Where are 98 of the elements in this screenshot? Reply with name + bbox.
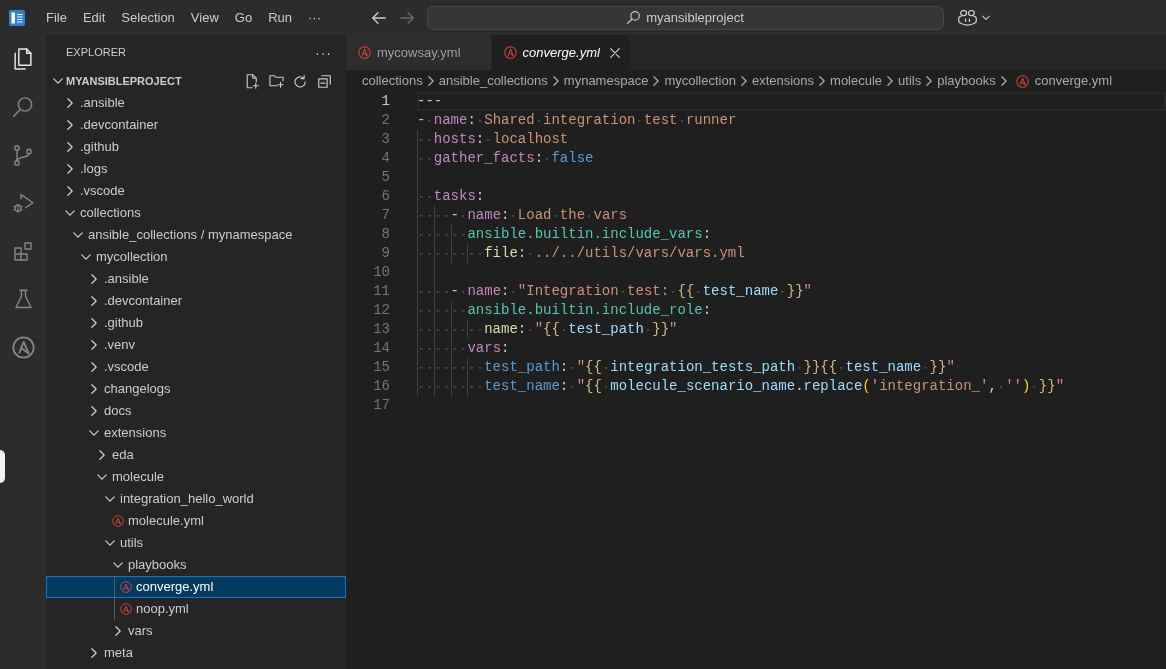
line-number: 7 — [380, 206, 390, 225]
line-number: 13 — [372, 320, 390, 339]
tree-item[interactable]: .devcontainer — [46, 290, 346, 312]
tree-item[interactable]: utils — [46, 532, 346, 554]
tree-item[interactable]: .vscode — [46, 356, 346, 378]
tree-item[interactable]: extensions — [46, 422, 346, 444]
breadcrumb-item[interactable]: playbooks — [937, 71, 996, 91]
line-number: 14 — [372, 339, 390, 358]
a-circle-icon — [120, 581, 132, 593]
edge-handle-icon — [0, 450, 5, 483]
tree-item[interactable]: changelogs — [46, 378, 346, 400]
run-debug-icon[interactable] — [12, 193, 34, 213]
tree-item[interactable]: meta — [46, 642, 346, 664]
files-icon[interactable] — [14, 48, 32, 70]
robot-face-icon[interactable] — [958, 9, 977, 26]
breadcrumb-item[interactable]: converge.yml — [1011, 71, 1113, 91]
a-circle-icon — [1015, 74, 1029, 88]
code-line: - name: Shared integration test runner — [417, 111, 737, 130]
line-number: 8 — [380, 225, 390, 244]
command-center[interactable]: myansibleproject — [427, 5, 944, 30]
line-number: 17 — [372, 396, 390, 415]
a-circle-icon — [358, 46, 371, 59]
a-circle-icon[interactable] — [11, 335, 35, 359]
flask-icon[interactable] — [14, 289, 32, 309]
chevron-icon — [1000, 76, 1007, 86]
tree-item[interactable]: playbooks — [46, 554, 346, 576]
tree-item[interactable]: .github — [46, 136, 346, 158]
editor-tab[interactable]: converge.yml — [491, 35, 630, 70]
tree-item[interactable]: .logs — [46, 158, 346, 180]
caret-icon[interactable] — [982, 15, 990, 20]
menu-item[interactable]: Selection — [113, 6, 183, 29]
breadcrumb-item[interactable]: mynamespace — [563, 71, 649, 91]
chevron-icon — [740, 76, 747, 86]
breadcrumb-item[interactable]: ansible_collections — [438, 71, 548, 91]
breadcrumb-item[interactable]: collections — [362, 71, 423, 91]
line-number: 16 — [372, 377, 390, 396]
line-number: 5 — [380, 168, 390, 187]
menu-item[interactable]: Edit — [74, 6, 114, 29]
a-circle-icon — [120, 603, 132, 615]
line-number: 4 — [380, 149, 390, 168]
menu-item[interactable]: Run — [260, 6, 300, 29]
tree-item[interactable]: .venv — [46, 334, 346, 356]
chevron-icon — [552, 76, 559, 86]
tree-item[interactable]: mycollection — [46, 246, 346, 268]
tree-item[interactable]: eda — [46, 444, 346, 466]
line-number: 10 — [372, 263, 390, 282]
line-number: 11 — [372, 282, 390, 301]
section-header[interactable]: MYANSIBLEPROJECT — [50, 70, 182, 92]
chevron-icon — [653, 76, 660, 86]
code-line: --- — [417, 92, 443, 111]
more-actions-button[interactable]: ··· — [315, 44, 332, 61]
sidebar-title: EXPLORER — [66, 45, 126, 61]
chevron-icon — [819, 76, 826, 86]
line-number: 9 — [380, 244, 390, 263]
tree-item[interactable]: molecule.yml — [46, 510, 346, 532]
collapse-all-icon[interactable] — [317, 74, 331, 88]
tree-item[interactable]: ansible_collections / mynamespace — [46, 224, 346, 246]
tree-item[interactable]: converge.yml — [46, 576, 346, 598]
line-number: 15 — [372, 358, 390, 377]
search-icon[interactable] — [13, 97, 33, 117]
a-circle-icon — [503, 46, 517, 59]
menu-item[interactable]: ··· — [300, 6, 329, 29]
new-file-icon[interactable] — [245, 73, 259, 89]
back-arrow-icon[interactable] — [372, 11, 386, 24]
tree-item[interactable]: .vscode — [46, 180, 346, 202]
close-icon[interactable] — [609, 47, 620, 58]
tree-item[interactable]: collections — [46, 202, 346, 224]
tree-item[interactable]: vars — [46, 620, 346, 642]
tree-item[interactable]: molecule — [46, 466, 346, 488]
a-circle-icon — [112, 515, 124, 527]
source-control-icon[interactable] — [14, 144, 32, 166]
tree-item[interactable]: integration_hello_world — [46, 488, 346, 510]
menu-item[interactable]: View — [182, 6, 227, 29]
breadcrumb-item[interactable]: mycollection — [664, 71, 736, 91]
search-icon — [627, 11, 641, 24]
tree-item[interactable]: .github — [46, 312, 346, 334]
line-number: 1 — [380, 92, 390, 111]
app-logo-icon[interactable] — [9, 9, 25, 26]
line-number: 3 — [380, 130, 390, 149]
tree-item[interactable]: docs — [46, 400, 346, 422]
line-number: 2 — [380, 111, 390, 130]
tree-item[interactable]: .devcontainer — [46, 114, 346, 136]
menu-item[interactable]: File — [38, 6, 75, 29]
editor-tab[interactable]: mycowsay.yml — [346, 35, 492, 70]
breadcrumb-item[interactable]: utils — [898, 71, 922, 91]
menu-item[interactable]: Go — [226, 6, 261, 29]
breadcrumb-item[interactable]: extensions — [751, 71, 815, 91]
chevron-icon — [926, 76, 933, 86]
chevron-icon — [427, 76, 434, 86]
new-folder-icon[interactable] — [268, 74, 284, 88]
tree-item[interactable]: .ansible — [46, 92, 346, 114]
extensions-icon[interactable] — [14, 241, 32, 261]
line-number: 12 — [372, 301, 390, 320]
line-number: 6 — [380, 187, 390, 206]
breadcrumb-item[interactable]: molecule — [830, 71, 883, 91]
refresh-icon[interactable] — [293, 74, 307, 88]
tree-item[interactable]: .ansible — [46, 268, 346, 290]
chevron-icon — [887, 76, 894, 86]
